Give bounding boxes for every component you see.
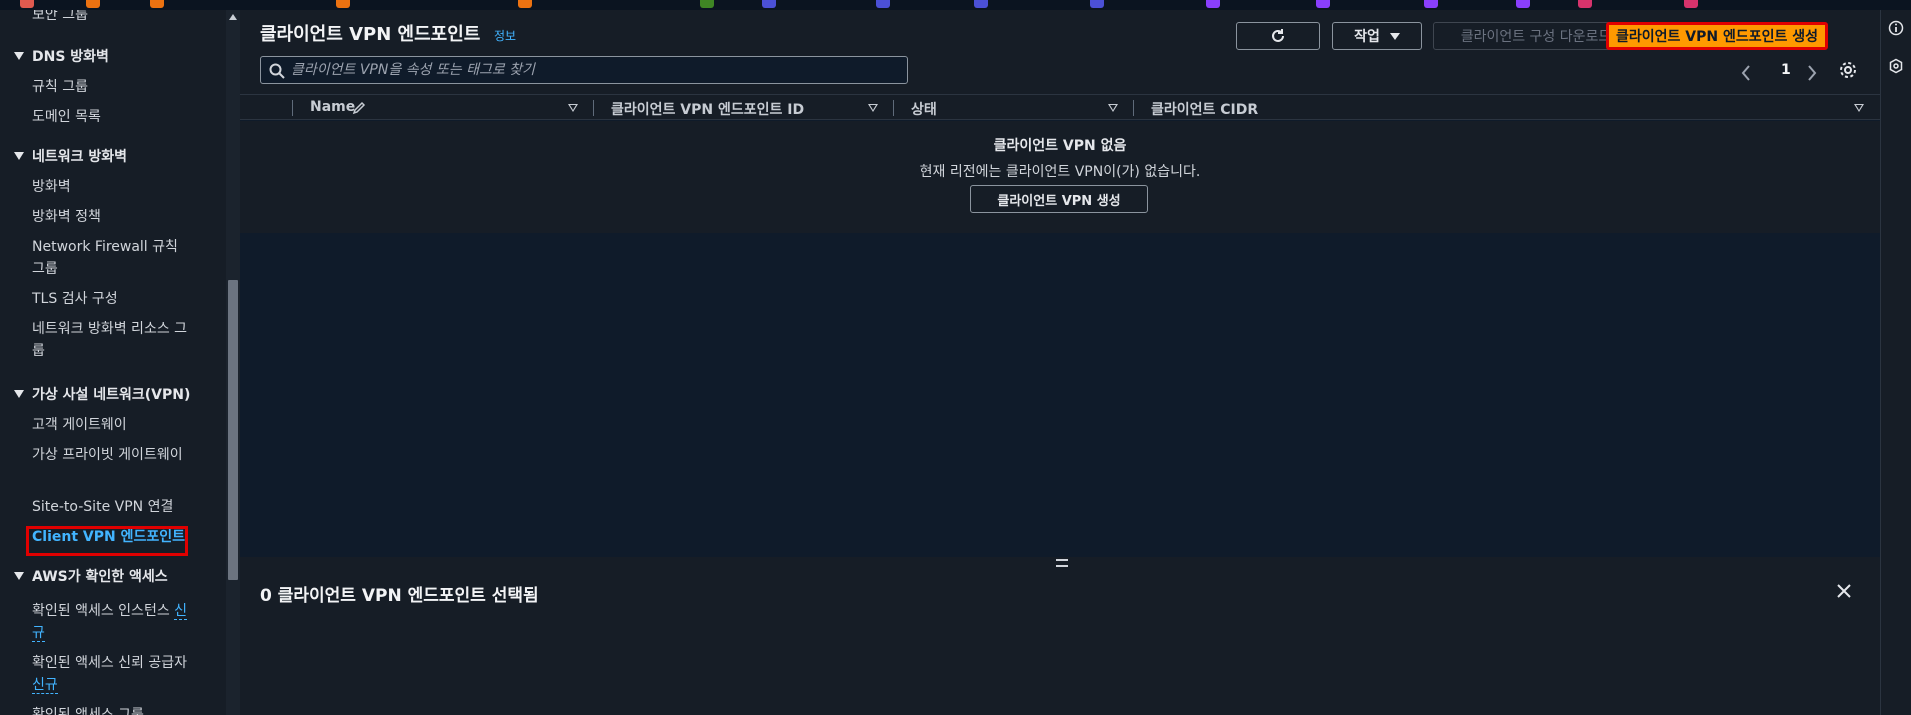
caret-down-icon <box>14 52 24 60</box>
caret-down-icon <box>14 390 24 398</box>
page-title: 클라이언트 VPN 엔드포인트 <box>260 24 481 45</box>
search-box[interactable] <box>260 56 908 84</box>
right-rail <box>1880 10 1911 715</box>
search-input[interactable] <box>291 60 891 80</box>
bookmark-icon[interactable] <box>700 0 714 8</box>
sort-icon[interactable] <box>568 104 578 112</box>
create-endpoint-button[interactable]: 클라이언트 VPN 엔드포인트 생성 <box>1606 22 1828 50</box>
sidebar: 보안 그룹 DNS 방화벽 규칙 그룹 도메인 목록 네트워크 방화벽 방화벽 … <box>0 10 226 715</box>
bookmark-icon[interactable] <box>150 0 164 8</box>
header-panel: 클라이언트 VPN 엔드포인트 정보 작업 클라이언트 구성 다운로드 클라이언… <box>240 10 1880 94</box>
selection-count: 0 클라이언트 VPN 엔드포인트 선택됨 <box>260 586 539 606</box>
highlight-box <box>26 526 188 556</box>
details-panel: 0 클라이언트 VPN 엔드포인트 선택됨 <box>240 557 1880 715</box>
actions-button[interactable]: 작업 <box>1332 22 1422 50</box>
bookmark-icon[interactable] <box>1684 0 1698 8</box>
resize-handle[interactable] <box>1056 559 1068 567</box>
bookmark-icon[interactable] <box>20 0 34 8</box>
sidebar-item-site-to-site-vpn[interactable]: Site-to-Site VPN 연결 <box>32 496 192 518</box>
close-icon[interactable] <box>1836 583 1852 603</box>
sidebar-item-verified-access-groups[interactable]: 확인된 액세스 그룹 <box>32 704 192 715</box>
bookmark-icon[interactable] <box>876 0 890 8</box>
sidebar-section-network-firewall[interactable]: 네트워크 방화벽 <box>14 146 127 168</box>
column-divider <box>893 100 894 116</box>
bookmark-icon[interactable] <box>518 0 532 8</box>
column-endpoint-id[interactable]: 클라이언트 VPN 엔드포인트 ID <box>611 99 804 119</box>
sort-icon[interactable] <box>1108 104 1118 112</box>
sidebar-item-firewall-policies[interactable]: 방화벽 정책 <box>32 206 192 228</box>
bookmark-icon[interactable] <box>974 0 988 8</box>
column-divider <box>593 100 594 116</box>
cube-icon[interactable] <box>1888 58 1904 78</box>
bookmark-icon[interactable] <box>762 0 776 8</box>
sidebar-item-virtual-private-gateways[interactable]: 가상 프라이빗 게이트웨이 <box>32 444 192 466</box>
bookmark-icon[interactable] <box>1516 0 1530 8</box>
column-divider <box>1133 100 1134 116</box>
scroll-up-icon[interactable] <box>229 14 237 20</box>
bookmark-icon[interactable] <box>336 0 350 8</box>
column-name[interactable]: Name <box>310 99 355 115</box>
sidebar-item-rule-groups[interactable]: 규칙 그룹 <box>32 76 192 98</box>
sidebar-section-verified-access[interactable]: AWS가 확인한 액세스 <box>14 566 168 588</box>
bookmark-icon[interactable] <box>1424 0 1438 8</box>
caret-down-icon <box>1389 32 1400 40</box>
scroll-thumb[interactable] <box>228 280 238 580</box>
create-client-vpn-button[interactable]: 클라이언트 VPN 생성 <box>970 185 1148 213</box>
sidebar-item-verified-access-instances[interactable]: 확인된 액세스 인스턴스 신규 <box>32 600 192 644</box>
bookmarks-bar <box>0 0 1911 10</box>
empty-state-title: 클라이언트 VPN 없음 <box>993 138 1127 154</box>
sidebar-section-vpn[interactable]: 가상 사설 네트워크(VPN) <box>14 384 190 406</box>
caret-down-icon <box>14 572 24 580</box>
main-content: 클라이언트 VPN 엔드포인트 정보 작업 클라이언트 구성 다운로드 클라이언… <box>240 10 1880 715</box>
bookmark-icon[interactable] <box>1090 0 1104 8</box>
bookmark-icon[interactable] <box>1206 0 1220 8</box>
sidebar-item-firewalls[interactable]: 방화벽 <box>32 176 192 198</box>
sidebar-scrollbar[interactable] <box>226 10 240 715</box>
column-status[interactable]: 상태 <box>911 99 937 119</box>
refresh-icon <box>1272 29 1284 42</box>
sidebar-item-tls-inspection[interactable]: TLS 검사 구성 <box>32 288 192 310</box>
sidebar-item-security-groups[interactable]: 보안 그룹 <box>32 10 192 26</box>
page-number[interactable]: 1 <box>1781 62 1791 78</box>
sidebar-item-nf-resource-groups[interactable]: 네트워크 방화벽 리소스 그룹 <box>32 318 192 362</box>
next-page-icon[interactable] <box>1806 65 1818 85</box>
bookmark-icon[interactable] <box>1578 0 1592 8</box>
sidebar-section-dns-firewall[interactable]: DNS 방화벽 <box>14 46 109 68</box>
bookmark-icon[interactable] <box>86 0 100 8</box>
sort-icon[interactable] <box>868 104 878 112</box>
sidebar-item-domain-lists[interactable]: 도메인 목록 <box>32 106 192 128</box>
previous-page-icon[interactable] <box>1740 65 1752 85</box>
column-divider <box>292 100 293 116</box>
new-badge: 신규 <box>32 677 58 694</box>
empty-state: 클라이언트 VPN 없음 현재 리전에는 클라이언트 VPN이(가) 없습니다.… <box>240 121 1880 233</box>
sort-icon[interactable] <box>1854 104 1864 112</box>
sidebar-item-verified-access-trust-providers[interactable]: 확인된 액세스 신뢰 공급자 신규 <box>32 652 192 696</box>
edit-icon <box>352 101 366 115</box>
column-client-cidr[interactable]: 클라이언트 CIDR <box>1151 99 1258 119</box>
sidebar-item-nf-rule-groups[interactable]: Network Firewall 규칙 그룹 <box>32 236 192 280</box>
gear-icon[interactable] <box>1838 60 1858 84</box>
bookmark-icon[interactable] <box>1316 0 1330 8</box>
sidebar-item-customer-gateways[interactable]: 고객 게이트웨이 <box>32 414 192 436</box>
caret-down-icon <box>14 152 24 160</box>
info-link[interactable]: 정보 <box>494 27 516 44</box>
search-icon <box>269 63 285 79</box>
info-icon[interactable] <box>1888 20 1904 40</box>
refresh-button[interactable] <box>1236 22 1320 50</box>
empty-state-description: 현재 리전에는 클라이언트 VPN이(가) 없습니다. <box>919 164 1201 180</box>
table-header: Name 클라이언트 VPN 엔드포인트 ID 상태 클라이언트 CIDR <box>240 94 1880 120</box>
